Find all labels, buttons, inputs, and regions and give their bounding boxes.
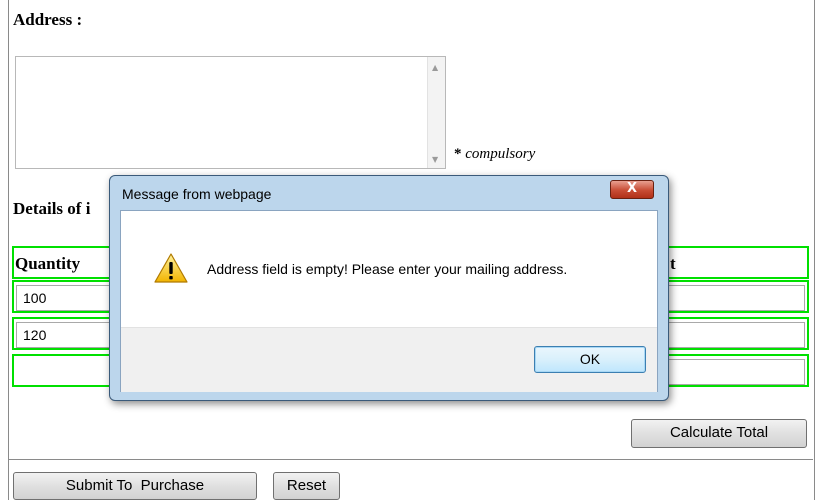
dialog-message: Address field is empty! Please enter you… xyxy=(207,261,568,277)
quantity-input[interactable]: 100 xyxy=(16,285,116,311)
dialog-title: Message from webpage xyxy=(122,186,272,202)
address-label: Address : xyxy=(13,10,83,29)
reset-button[interactable]: Reset xyxy=(273,472,340,500)
address-scrollbar[interactable]: ▲ ▼ xyxy=(427,57,445,168)
ok-button[interactable]: OK xyxy=(534,346,646,373)
alert-dialog: Message from webpage X Address field is … xyxy=(109,175,669,401)
dialog-message-area: Address field is empty! Please enter you… xyxy=(121,211,657,327)
details-label: Details of i xyxy=(13,199,91,218)
amount-input[interactable] xyxy=(663,285,805,311)
amount-header: t xyxy=(670,254,676,273)
amount-input[interactable] xyxy=(663,322,805,348)
total-input[interactable] xyxy=(663,359,805,385)
submit-purchase-button[interactable]: Submit To Purchase xyxy=(13,472,257,500)
scroll-down-icon[interactable]: ▼ xyxy=(432,155,438,164)
close-icon[interactable]: X xyxy=(610,180,654,199)
warning-icon xyxy=(154,253,188,283)
dialog-body: Address field is empty! Please enter you… xyxy=(120,210,658,392)
quantity-header: Quantity xyxy=(15,254,81,273)
compulsory-text: compulsory xyxy=(465,146,536,162)
scroll-up-icon[interactable]: ▲ xyxy=(432,63,438,72)
address-textarea[interactable]: ▲ ▼ xyxy=(15,56,446,169)
compulsory-note: * compulsory xyxy=(454,146,535,163)
compulsory-asterisk: * xyxy=(454,146,462,162)
divider xyxy=(9,459,813,460)
quantity-input[interactable]: 120 xyxy=(16,322,116,348)
calculate-total-button[interactable]: Calculate Total xyxy=(631,419,807,448)
dialog-button-area: OK xyxy=(121,327,657,392)
